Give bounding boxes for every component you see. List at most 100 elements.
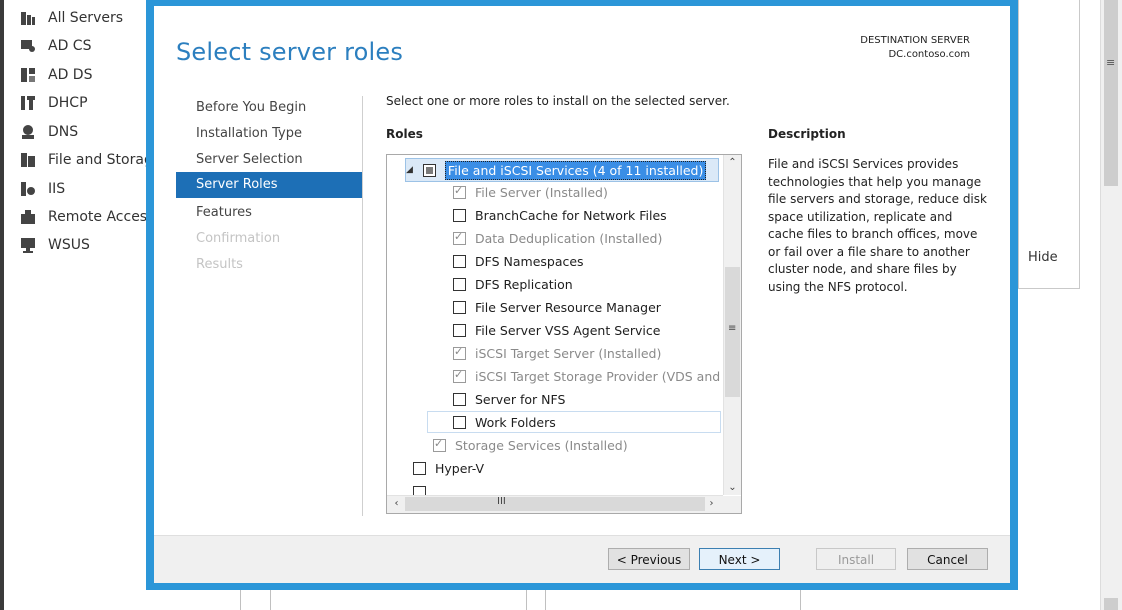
divider	[526, 590, 527, 610]
step-installation-type[interactable]: Installation Type	[176, 121, 362, 147]
nav-label: DHCP	[48, 95, 88, 111]
role-label: Storage Services (Installed)	[455, 437, 628, 453]
scroll-down-icon[interactable]: ⌄	[725, 482, 740, 493]
role-checkbox[interactable]	[433, 437, 446, 452]
nav-label: AD DS	[48, 67, 93, 83]
instruction-text: Select one or more roles to install on t…	[386, 94, 730, 108]
horizontal-scroll-thumb[interactable]	[405, 497, 705, 511]
role-checkbox[interactable]	[453, 392, 466, 406]
role-label: File Server VSS Agent Service	[475, 322, 661, 338]
wizard-content: Select server roles DESTINATION SERVER D…	[154, 6, 1010, 583]
description-header: Description	[768, 127, 846, 141]
role-checkbox[interactable]	[453, 254, 466, 268]
role-row-work-folders[interactable]: Work Folders	[427, 411, 721, 433]
nav-label: AD CS	[48, 38, 92, 54]
role-checkbox[interactable]	[453, 300, 466, 314]
role-checkbox[interactable]	[453, 230, 466, 245]
grip-icon: ≡	[1106, 56, 1116, 69]
nav-item-dns[interactable]: DNS	[20, 122, 78, 142]
divider	[270, 590, 271, 610]
role-label: Work Folders	[475, 414, 556, 430]
previous-button[interactable]: < Previous	[608, 548, 690, 570]
nav-item-ad-ds[interactable]: AD DS	[20, 65, 92, 85]
nav-label: WSUS	[48, 237, 90, 253]
nav-label: DNS	[48, 124, 79, 140]
step-features[interactable]: Features	[176, 200, 362, 226]
role-row[interactable]: File Server Resource Manager	[453, 296, 661, 318]
scroll-left-icon[interactable]: ‹	[389, 498, 404, 509]
role-checkbox[interactable]	[453, 184, 466, 199]
role-label: Server for NFS	[475, 391, 566, 407]
nav-label: IIS	[48, 181, 66, 197]
nav-item-dhcp[interactable]: DHCP	[20, 93, 88, 113]
step-results: Results	[196, 257, 243, 272]
cancel-button[interactable]: Cancel	[907, 548, 988, 570]
role-checkbox[interactable]	[453, 368, 466, 383]
roles-horizontal-scrollbar[interactable]: ‹ III ›	[387, 495, 723, 513]
dhcp-icon	[21, 96, 35, 110]
role-row[interactable]: File Server (Installed)	[453, 181, 608, 203]
role-label: iSCSI Target Storage Provider (VDS and V…	[475, 368, 742, 384]
hide-link[interactable]: Hide	[1028, 250, 1058, 265]
divider	[545, 590, 546, 610]
role-checkbox[interactable]	[413, 461, 426, 475]
collapse-icon[interactable]: ◢	[406, 165, 413, 175]
step-confirmation: Confirmation	[196, 231, 281, 246]
role-row[interactable]: DFS Replication	[453, 273, 573, 295]
role-checkbox[interactable]	[453, 208, 466, 222]
background-scroll-thumb-bottom[interactable]	[1104, 598, 1118, 610]
step-server-selection[interactable]: Server Selection	[176, 147, 362, 173]
step-before-you-begin[interactable]: Before You Begin	[176, 95, 362, 121]
next-button[interactable]: Next >	[699, 548, 780, 570]
role-label: iSCSI Target Server (Installed)	[475, 345, 662, 361]
roles-tree[interactable]: ◢ File and iSCSI Services (4 of 11 insta…	[386, 154, 742, 514]
divider	[800, 590, 801, 610]
role-checkbox[interactable]	[453, 415, 466, 429]
nav-item-ad-cs[interactable]: AD CS	[20, 36, 91, 56]
roles-vertical-scrollbar[interactable]: ⌃ ≡ ⌄	[723, 155, 741, 495]
role-checkbox[interactable]	[453, 323, 466, 337]
role-row[interactable]: Hyper-V	[413, 457, 484, 479]
role-label: File and iSCSI Services (4 of 11 install…	[444, 160, 707, 180]
role-checkbox[interactable]	[453, 277, 466, 291]
server-manager-sidebar: All Servers AD CS AD DS DHCP DNS File an…	[4, 0, 154, 610]
role-checkbox[interactable]	[422, 163, 436, 177]
directory-icon	[21, 68, 35, 82]
description-text: File and iSCSI Services provides technol…	[768, 157, 987, 294]
role-row[interactable]: Server for NFS	[453, 388, 565, 410]
wsus-icon	[21, 238, 35, 253]
wizard-footer: < Previous Next > Install Cancel	[154, 535, 1010, 583]
scroll-up-icon[interactable]: ⌃	[725, 157, 740, 168]
background-panel	[1018, 0, 1080, 289]
scroll-right-icon[interactable]: ›	[704, 498, 719, 509]
role-checkbox[interactable]	[453, 345, 466, 360]
role-row[interactable]: iSCSI Target Storage Provider (VDS and V…	[453, 365, 742, 387]
role-label: File Server Resource Manager	[475, 299, 661, 315]
nav-item-all-servers[interactable]: All Servers	[20, 8, 123, 28]
nav-item-wsus[interactable]: WSUS	[20, 235, 90, 255]
role-row[interactable]: Data Deduplication (Installed)	[453, 227, 662, 249]
nav-item-remote-access[interactable]: Remote Access	[20, 207, 154, 227]
nav-item-iis[interactable]: IIS	[20, 179, 65, 199]
role-row[interactable]: BranchCache for Network Files	[453, 204, 667, 226]
destination-server-value: DC.contoso.com	[888, 49, 970, 60]
role-row[interactable]: iSCSI Target Server (Installed)	[453, 342, 661, 364]
role-label: DFS Namespaces	[475, 253, 584, 269]
file-storage-icon	[21, 153, 35, 167]
nav-label: Remote Access	[48, 209, 155, 225]
nav-item-file-storage[interactable]: File and Storag	[20, 150, 153, 170]
divider	[240, 590, 241, 610]
role-row[interactable]: File Server VSS Agent Service	[453, 319, 660, 341]
grip-icon: III	[497, 496, 506, 507]
nav-label: File and Storag	[48, 152, 153, 168]
step-server-roles[interactable]: Server Roles	[176, 172, 362, 198]
background-scroll-thumb[interactable]	[1104, 0, 1118, 186]
destination-server-label: DESTINATION SERVER	[860, 35, 970, 46]
role-row[interactable]: DFS Namespaces	[453, 250, 584, 272]
role-label: DFS Replication	[475, 276, 573, 292]
page-title: Select server roles	[176, 38, 404, 66]
role-label: Hyper-V	[435, 460, 485, 476]
nav-label: All Servers	[48, 10, 124, 26]
role-row-file-iscsi[interactable]: ◢ File and iSCSI Services (4 of 11 insta…	[405, 158, 719, 182]
role-row[interactable]: Storage Services (Installed)	[433, 434, 628, 456]
